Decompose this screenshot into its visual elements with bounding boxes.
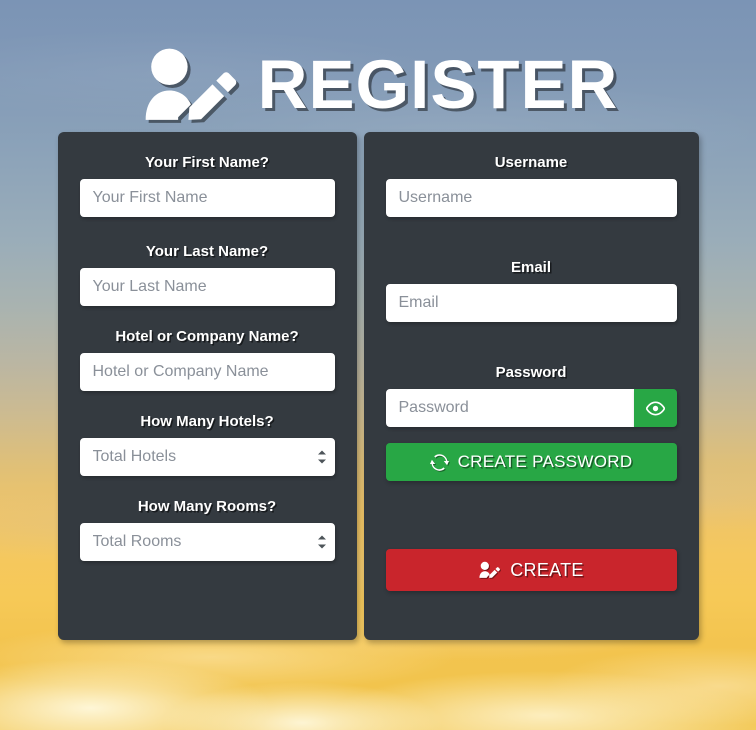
create-button-label: CREATE xyxy=(510,559,584,580)
create-password-button[interactable]: CREATE PASSWORD xyxy=(385,443,677,481)
sync-icon xyxy=(429,453,449,471)
label-username: Username xyxy=(494,154,568,171)
label-last-name: Your Last Name? xyxy=(145,243,269,260)
company-name-input[interactable] xyxy=(79,353,335,391)
user-edit-icon xyxy=(145,48,236,120)
password-input-group xyxy=(385,389,677,427)
user-edit-icon xyxy=(479,561,501,578)
field-email: Email xyxy=(385,259,677,322)
username-input[interactable] xyxy=(385,179,677,217)
toggle-password-visibility-button[interactable] xyxy=(633,389,677,427)
first-name-input[interactable] xyxy=(79,179,335,217)
label-total-rooms: How Many Rooms? xyxy=(137,498,277,515)
last-name-input[interactable] xyxy=(79,268,335,306)
page-header: REGISTER xyxy=(0,0,756,132)
register-page: REGISTER Your First Name? Your Last Name… xyxy=(0,0,756,730)
label-total-hotels: How Many Hotels? xyxy=(140,413,274,430)
field-username: Username xyxy=(385,154,677,217)
field-total-rooms: How Many Rooms? xyxy=(79,498,335,561)
chevron-down-icon[interactable] xyxy=(317,459,326,464)
form-panels: Your First Name? Your Last Name? Hotel o… xyxy=(0,132,756,640)
eye-icon xyxy=(645,400,665,416)
email-input[interactable] xyxy=(385,284,677,322)
total-hotels-wrapper xyxy=(79,438,335,476)
total-rooms-wrapper xyxy=(79,523,335,561)
create-button[interactable]: CREATE xyxy=(385,549,677,591)
total-hotels-input[interactable] xyxy=(79,438,335,476)
chevron-up-icon[interactable] xyxy=(317,450,326,455)
total-rooms-stepper[interactable] xyxy=(317,535,326,549)
label-first-name: Your First Name? xyxy=(145,154,269,171)
label-password: Password xyxy=(495,364,567,381)
field-last-name: Your Last Name? xyxy=(79,243,335,306)
total-hotels-stepper[interactable] xyxy=(317,450,326,464)
create-password-button-label: CREATE PASSWORD xyxy=(457,452,633,471)
chevron-down-icon[interactable] xyxy=(317,544,326,549)
total-rooms-input[interactable] xyxy=(79,523,335,561)
page-title: REGISTER xyxy=(257,46,619,123)
label-company-name: Hotel or Company Name? xyxy=(115,328,299,345)
account-details-panel: Username Email Password xyxy=(363,132,699,640)
field-first-name: Your First Name? xyxy=(79,154,335,217)
field-password: Password xyxy=(385,364,677,427)
personal-details-panel: Your First Name? Your Last Name? Hotel o… xyxy=(57,132,357,640)
label-email: Email xyxy=(510,259,552,276)
field-total-hotels: How Many Hotels? xyxy=(79,413,335,476)
password-input[interactable] xyxy=(385,389,634,427)
field-company-name: Hotel or Company Name? xyxy=(79,328,335,391)
chevron-up-icon[interactable] xyxy=(317,535,326,540)
